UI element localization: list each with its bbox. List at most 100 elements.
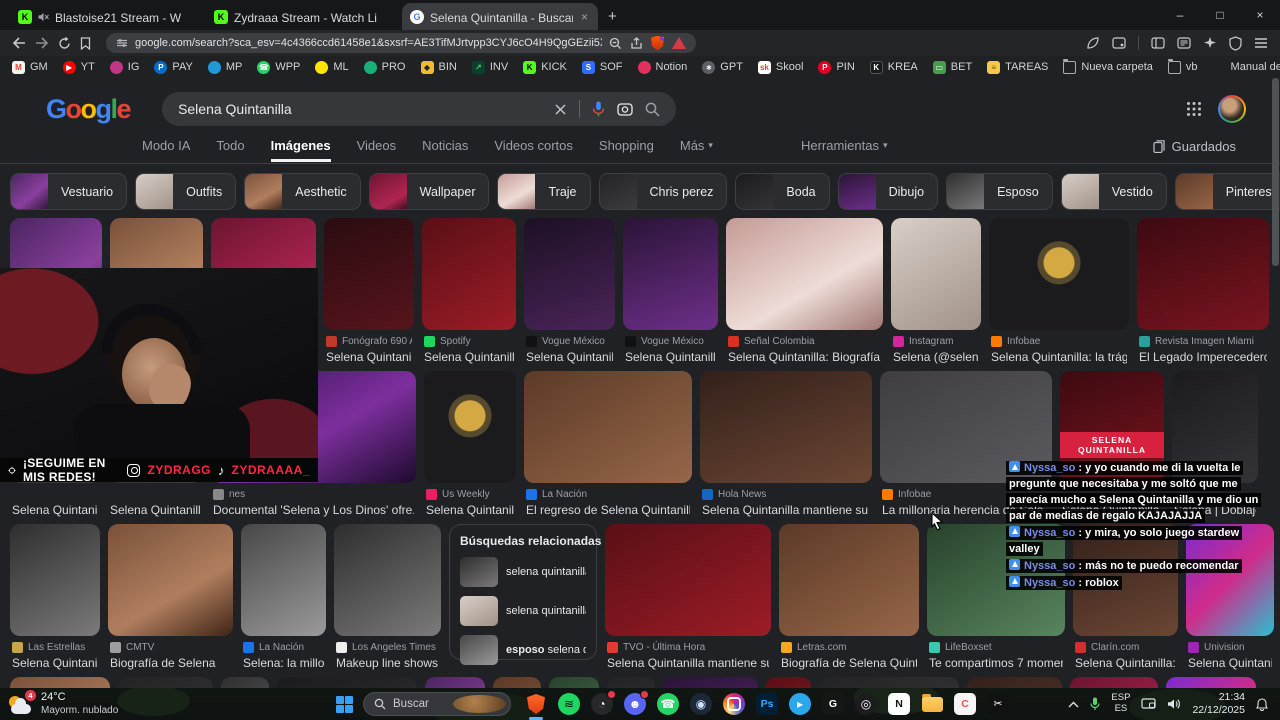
result-title[interactable]: Selena Quintanilla:... — [1188, 656, 1272, 670]
minimize-button[interactable]: – — [1160, 8, 1200, 22]
taskbar-app-brave[interactable] — [523, 691, 549, 720]
chat-username[interactable]: Nyssa_so — [1024, 462, 1075, 474]
result-title[interactable]: Selena Quintanilla: la trágica h... — [991, 350, 1127, 364]
result-title[interactable]: El regreso de Selena Quintanilla: las ..… — [526, 503, 690, 517]
result-title[interactable]: El Legado Imperecedero de S... — [1139, 350, 1267, 364]
result-title[interactable]: Selena (@selenaq... — [893, 350, 979, 364]
image-result-tile[interactable]: Las Estrellas Selena Quintanilla:... — [10, 524, 100, 670]
bookmark-item[interactable]: S SOF — [581, 60, 623, 74]
result-title[interactable]: Selena Quintanilla:... — [625, 350, 716, 364]
result-thumbnail[interactable] — [524, 371, 692, 483]
bookmark-item[interactable]: MP — [207, 60, 242, 74]
address-bar[interactable]: google.com/search?sca_esv=4c4366ccd61458… — [106, 33, 696, 53]
taskbar-app-steam[interactable]: ◉ — [688, 691, 714, 717]
image-result-tile[interactable]: Hola News Selena Quintanilla mantiene su… — [700, 371, 872, 517]
share-icon[interactable] — [630, 36, 643, 50]
extension-card-icon[interactable] — [1112, 37, 1126, 49]
image-result-tile[interactable]: Vogue México Selena Quintanilla:... — [524, 218, 615, 364]
browser-tab[interactable]: K Zydraaa Stream - Watch Live on Kick × — [206, 3, 402, 30]
menu-icon[interactable] — [1254, 37, 1268, 49]
screen-cast-icon[interactable] — [1141, 698, 1157, 710]
zoom-out-icon[interactable] — [609, 37, 622, 50]
tab-close-icon[interactable]: × — [579, 10, 590, 24]
taskbar-app-discord[interactable]: ☻ — [622, 690, 649, 717]
taskbar-app-ghub[interactable]: G — [820, 691, 846, 717]
search-box[interactable]: Selena Quintanilla — [162, 92, 677, 126]
result-title[interactable]: Makeup line shows... — [336, 656, 439, 670]
image-result-tile[interactable]: Vogue México Selena Quintanilla:... — [623, 218, 718, 364]
results-nav-tab[interactable]: Shopping — [599, 138, 654, 162]
bookmark-item[interactable]: sk Skool — [757, 60, 803, 74]
bookmark-item[interactable]: ▭ BET — [932, 60, 972, 74]
filter-chip[interactable]: Vestuario — [10, 173, 128, 210]
search-query[interactable]: Selena Quintanilla — [178, 101, 542, 117]
forward-button[interactable] — [35, 37, 49, 49]
bookmark-item[interactable]: vb — [1167, 58, 1198, 74]
bookmark-item[interactable]: ◆ BIN — [420, 60, 457, 74]
extension-leaf-icon[interactable] — [1086, 36, 1100, 50]
filter-chip[interactable]: Aesthetic — [244, 173, 361, 210]
taskbar-app-spotify[interactable]: ≋ — [556, 691, 582, 717]
bookmark-item[interactable]: PRO — [363, 60, 406, 74]
sidebar-icon[interactable] — [1151, 37, 1165, 49]
brave-shield-icon[interactable]: 2 — [651, 35, 664, 51]
results-nav-tab[interactable]: Videos — [357, 138, 397, 162]
taskbar-search-box[interactable]: Buscar — [363, 692, 511, 716]
result-thumbnail[interactable] — [334, 524, 441, 636]
taskbar-app-telegram[interactable]: ▸ — [787, 691, 813, 717]
taskbar-app-whatsapp[interactable]: ☎ — [655, 691, 681, 717]
bookmark-item[interactable]: ▶ YT — [62, 60, 95, 74]
results-nav-tab[interactable]: Videos cortos — [494, 138, 573, 162]
filter-chip[interactable]: Outfits — [135, 173, 237, 210]
profile-avatar[interactable] — [1218, 95, 1246, 123]
reading-mode-icon[interactable] — [1177, 37, 1191, 49]
result-title[interactable]: Selena Quintanilla: Biografía, legad... — [728, 350, 881, 364]
bookmark-item[interactable]: Nueva carpeta — [1063, 58, 1153, 74]
result-thumbnail[interactable] — [779, 524, 919, 636]
search-icon[interactable] — [645, 102, 660, 117]
result-thumbnail[interactable] — [324, 218, 414, 330]
result-title[interactable]: Biografía de Selena — [110, 656, 231, 670]
bookmark-item[interactable]: M GM — [12, 60, 48, 74]
results-nav-tab[interactable]: Noticias — [422, 138, 468, 162]
image-result-tile[interactable]: Spotify Selena Quintanilla ... — [422, 218, 516, 364]
scrollbar-thumb[interactable] — [1272, 78, 1279, 266]
adguard-icon[interactable] — [672, 37, 686, 49]
image-result-tile[interactable]: La Nación Selena: la millonari... — [241, 524, 326, 670]
notifications-bell-icon[interactable] — [1256, 697, 1268, 711]
filter-chip[interactable]: Wallpaper — [368, 173, 490, 210]
filter-chip[interactable]: Vestido — [1060, 173, 1167, 210]
image-result-tile[interactable]: La Nación El regreso de Selena Quintanil… — [524, 371, 692, 517]
site-settings-icon[interactable] — [116, 37, 128, 49]
language-indicator[interactable]: ESP ES — [1111, 692, 1130, 715]
filter-chip[interactable]: Boda — [735, 173, 830, 210]
vpn-shield-icon[interactable] — [1229, 35, 1242, 51]
google-logo[interactable]: Google — [46, 94, 132, 125]
saved-button[interactable]: Guardados — [1153, 139, 1236, 154]
bookmark-item[interactable]: IG — [109, 60, 139, 74]
result-title[interactable]: Selena Quintanilla mantiene su reinado e… — [702, 503, 870, 517]
tools-button[interactable]: Herramientas ▾ — [801, 138, 888, 162]
chat-username[interactable]: Nyssa_so — [1024, 560, 1075, 572]
result-title[interactable]: Selena Quintanilla Wallp... — [12, 503, 98, 517]
google-apps-grid-icon[interactable] — [1186, 101, 1202, 117]
results-nav-tab[interactable]: Todo — [216, 138, 244, 162]
result-title[interactable]: Te compartimos 7 momentos legen... — [929, 656, 1063, 670]
results-nav-tab[interactable]: Imágenes — [271, 138, 331, 162]
bookmark-item[interactable]: ∗ GPT — [702, 60, 743, 74]
image-result-tile[interactable]: Fonógrafo 690 AM Selena Quintanilla:... — [324, 218, 414, 364]
image-result-tile[interactable]: Infobae Selena Quintanilla: la trágica h… — [989, 218, 1129, 364]
bookmark-item[interactable]: K KICK — [523, 60, 567, 74]
filter-chip[interactable]: Traje — [497, 173, 591, 210]
result-thumbnail[interactable] — [623, 218, 718, 330]
result-thumbnail[interactable] — [700, 371, 872, 483]
result-title[interactable]: Biografía de Selena Quintanill... — [781, 656, 917, 670]
reload-button[interactable] — [58, 36, 71, 50]
image-result-tile[interactable]: Señal Colombia Selena Quintanilla: Biogr… — [726, 218, 883, 364]
filter-chip[interactable]: Dibujo — [837, 173, 939, 210]
microphone-icon[interactable] — [1090, 697, 1101, 711]
new-tab-button[interactable]: + — [608, 8, 617, 25]
result-thumbnail[interactable] — [989, 218, 1129, 330]
image-result-tile[interactable]: Instagram Selena (@selenaq... — [891, 218, 981, 364]
taskbar-app-obs[interactable]: ◔ — [589, 690, 616, 717]
